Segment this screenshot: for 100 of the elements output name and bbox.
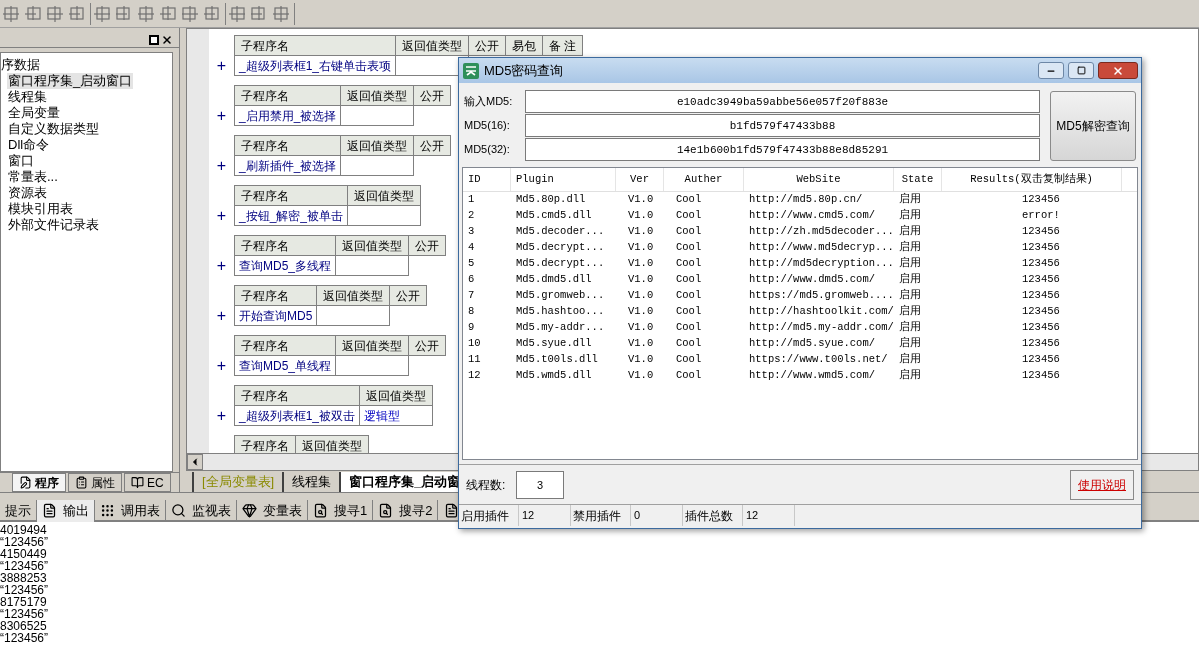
table-cell-text: 启用 (898, 272, 922, 288)
output-line: 3888253 (0, 572, 47, 584)
table-cell-text: Cool (675, 224, 703, 240)
table-cell-text: V1.0 (627, 368, 655, 384)
output-line: 8175179 (0, 596, 47, 608)
column-header: 公开 (413, 135, 451, 156)
table-cell-text: http://md5.my-addr.com/ (748, 320, 894, 336)
field-label: 输入MD5: (464, 94, 514, 110)
column-header: 易包 (505, 35, 543, 56)
table-cell-text: V1.0 (627, 240, 655, 256)
status-value: 12 (519, 505, 571, 526)
subroutine-name: _超级列表框1_右键单击表项 (234, 55, 396, 76)
table-cell-text: http://md5.80p.cn/ (748, 192, 864, 208)
table-cell-text: http://www.md5decryp... (748, 240, 894, 256)
column-header: 子程序名 (234, 135, 341, 156)
column-header: 公开 (468, 35, 506, 56)
table-cell-text: https://www.t00ls.net/ (748, 352, 889, 368)
table-cell-text: 启用 (898, 240, 922, 256)
table-cell-text: http://md5decryption... (748, 256, 894, 272)
column-header: 公开 (408, 235, 446, 256)
table-cell-text: http://hashtoolkit.com/ (748, 304, 894, 320)
table-cell-text: http://md5.syue.com/ (748, 336, 877, 352)
column-header: 子程序名 (234, 385, 360, 406)
table-cell-text: 123456 (1021, 272, 1061, 288)
table-cell-text: V1.0 (627, 208, 655, 224)
table-cell-text: 123456 (1021, 336, 1061, 352)
table-cell-text: Cool (675, 336, 703, 352)
table-cell-text: 启用 (898, 352, 922, 368)
table-cell-text: V1.0 (627, 256, 655, 272)
field-label: 线程数: (466, 476, 507, 494)
table-cell-text: 4 (467, 240, 476, 256)
table-cell-text: 6 (467, 272, 476, 288)
column-header: 子程序名 (234, 285, 317, 306)
table-cell-text: V1.0 (627, 224, 655, 240)
column-header: 公开 (408, 335, 446, 356)
table-cell-text: Md5.dmd5.dll (515, 272, 593, 288)
table-cell-text: Md5.gromweb... (515, 288, 606, 304)
subroutine-name: _刷新插件_被选择 (234, 155, 341, 176)
column-header: 公开 (389, 285, 427, 306)
column-header: 返回值类型 (335, 335, 409, 356)
table-cell-text: 123456 (1021, 288, 1061, 304)
column-header: 返回值类型 (295, 435, 369, 453)
column-header: 子程序名 (234, 185, 348, 206)
table-cell-text: V1.0 (627, 336, 655, 352)
table-cell-text: V1.0 (627, 192, 655, 208)
table-cell-text: 11 (467, 352, 482, 368)
table-cell-text: 123456 (1021, 368, 1061, 384)
table-cell-text: 启用 (898, 208, 922, 224)
column-header: 子程序名 (234, 235, 336, 256)
table-cell-text: Md5.hashtoo... (515, 304, 606, 320)
table-cell-text: error! (1021, 208, 1061, 224)
column-header: 子程序名 (234, 435, 296, 453)
table-cell-text: 8 (467, 304, 476, 320)
column-header: 返回值类型 (340, 85, 414, 106)
table-cell-text: 启用 (898, 304, 922, 320)
table-cell-text: V1.0 (627, 288, 655, 304)
table-cell-text: Cool (675, 288, 703, 304)
column-header: 返回值类型 (340, 135, 414, 156)
status-value: 12 (743, 505, 795, 526)
table-cell-text: 123456 (1021, 256, 1061, 272)
subroutine-name: 开始查询MD5 (234, 305, 317, 326)
table-cell-text: V1.0 (627, 320, 655, 336)
subroutine-name: _启用禁用_被选择 (234, 105, 341, 126)
field-label: MD5(16): (464, 118, 511, 134)
table-cell-text: Md5.decrypt... (515, 240, 606, 256)
table-cell-text: Cool (675, 256, 703, 272)
output-line: 4150449 (0, 548, 47, 560)
table-cell-text: Md5.80p.dll (515, 192, 587, 208)
column-header: 返回值类型 (335, 235, 409, 256)
subroutine-name: _超级列表框1_被双击 (234, 405, 360, 426)
column-header: 子程序名 (234, 35, 396, 56)
table-cell-text: Cool (675, 192, 703, 208)
output-line: “123456” (0, 536, 49, 548)
table-cell-text: http://www.cmd5.com/ (748, 208, 877, 224)
table-cell-text: http://www.wmd5.com/ (748, 368, 877, 384)
output-line: 8306525 (0, 620, 47, 632)
column-header: 子程序名 (234, 85, 341, 106)
column-header: 备 注 (542, 35, 583, 56)
table-cell-text: Cool (675, 272, 703, 288)
subroutine-name: 查询MD5_单线程 (234, 355, 336, 376)
table-cell-text: V1.0 (627, 352, 655, 368)
column-header: 返回值类型 (359, 385, 433, 406)
table-cell-text: 12 (467, 368, 482, 384)
table-cell-text: http://zh.md5decoder... (748, 224, 894, 240)
table-cell-text: V1.0 (627, 304, 655, 320)
table-cell-text: 123456 (1021, 304, 1061, 320)
table-cell-text: Md5.syue.dll (515, 336, 593, 352)
status-value: 0 (631, 505, 683, 526)
table-cell-text: Md5.decrypt... (515, 256, 606, 272)
output-line: 4019494 (0, 524, 47, 536)
table-cell-text: 123456 (1021, 224, 1061, 240)
table-cell-text: Cool (675, 368, 703, 384)
subroutine-name: 查询MD5_多线程 (234, 255, 336, 276)
table-cell-text: http://www.dmd5.com/ (748, 272, 877, 288)
table-cell-text: Cool (675, 304, 703, 320)
table-cell-text: 启用 (898, 336, 922, 352)
table-cell-text: Cool (675, 352, 703, 368)
subroutine-name: _按钮_解密_被单击 (234, 205, 348, 226)
table-cell-text: 123456 (1021, 320, 1061, 336)
table-cell-text: 123456 (1021, 240, 1061, 256)
